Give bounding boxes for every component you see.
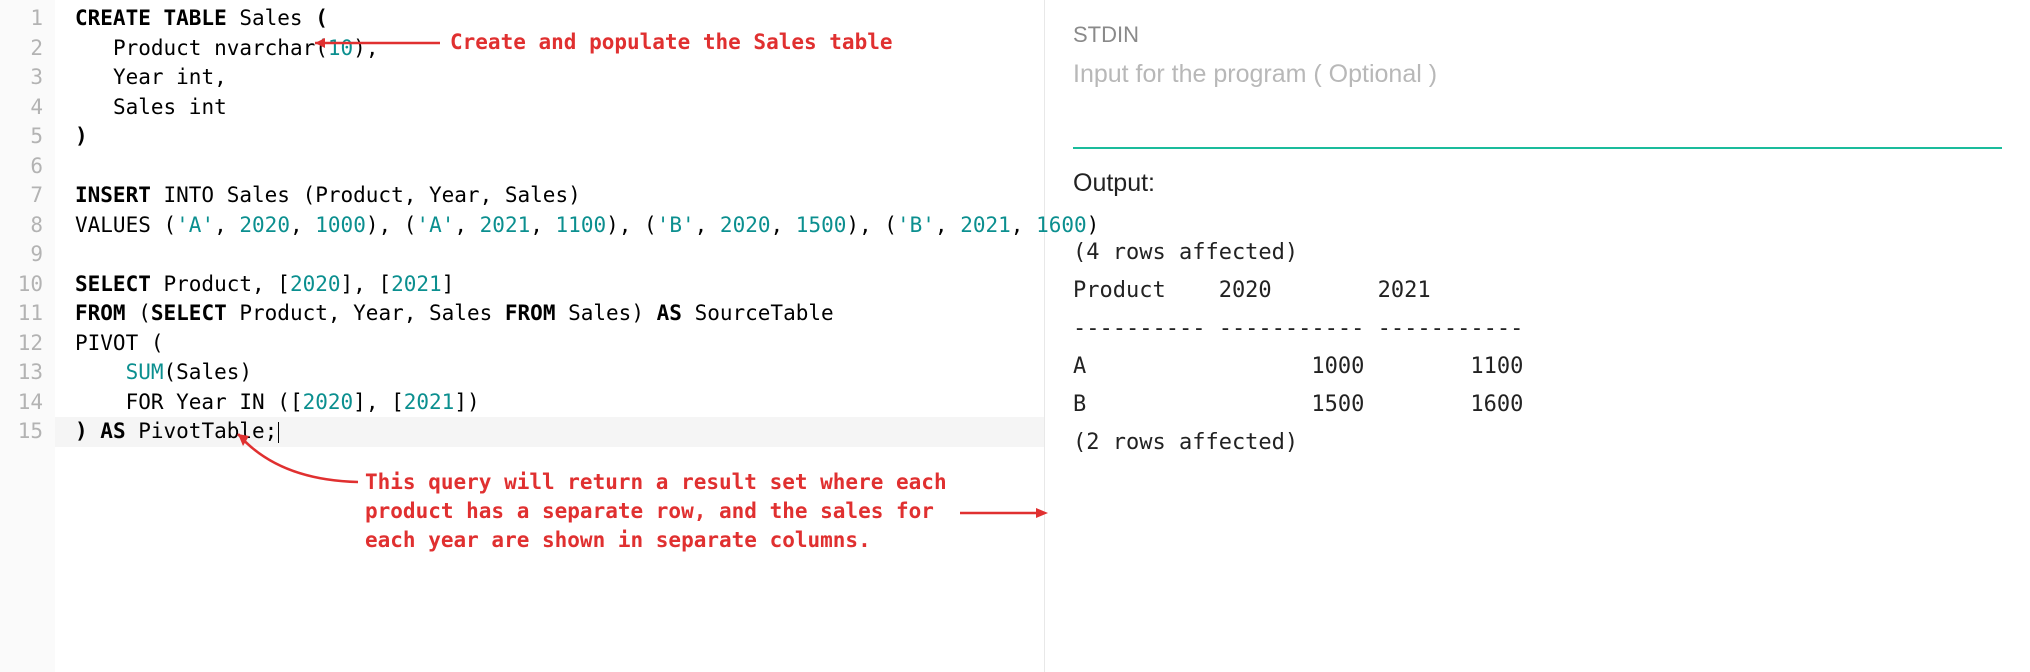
annotation-arrow-1 bbox=[305, 36, 445, 50]
output-text: (4 rows affected)Product 2020 2021 -----… bbox=[1073, 234, 2002, 462]
line-number: 1 bbox=[0, 4, 43, 34]
code-editor-pane[interactable]: 1 2 3 4 5 6 7 8 9 10 11 12 13 14 15 CREA… bbox=[0, 0, 1045, 672]
output-section: Output: (4 rows affected)Product 2020 20… bbox=[1045, 149, 2030, 672]
output-label: Output: bbox=[1073, 169, 2002, 198]
line-number: 10 bbox=[0, 270, 43, 300]
code-line[interactable]: SUM(Sales) bbox=[75, 358, 1044, 388]
code-line[interactable]: PIVOT ( bbox=[75, 329, 1044, 359]
line-number: 15 bbox=[0, 417, 43, 447]
line-number: 12 bbox=[0, 329, 43, 359]
line-number: 5 bbox=[0, 122, 43, 152]
code-line[interactable]: INSERT INTO Sales (Product, Year, Sales) bbox=[75, 181, 1044, 211]
annotation-text-1: Create and populate the Sales table bbox=[450, 28, 893, 57]
line-number: 6 bbox=[0, 152, 43, 182]
line-number: 11 bbox=[0, 299, 43, 329]
line-number: 4 bbox=[0, 93, 43, 123]
app-root: 1 2 3 4 5 6 7 8 9 10 11 12 13 14 15 CREA… bbox=[0, 0, 2030, 672]
line-number: 2 bbox=[0, 34, 43, 64]
code-text-area[interactable]: CREATE TABLE Sales ( Product nvarchar(10… bbox=[55, 0, 1044, 672]
code-line[interactable]: FOR Year IN ([2020], [2021]) bbox=[75, 388, 1044, 418]
code-line[interactable]: FROM (SELECT Product, Year, Sales FROM S… bbox=[75, 299, 1044, 329]
line-number: 7 bbox=[0, 181, 43, 211]
line-number: 9 bbox=[0, 240, 43, 270]
annotation-arrow-3 bbox=[960, 506, 1050, 520]
code-line[interactable]: SELECT Product, [2020], [2021] bbox=[75, 270, 1044, 300]
code-line-current[interactable]: ) AS PivotTable; bbox=[55, 417, 1044, 447]
annotation-text-2: This query will return a result set wher… bbox=[365, 468, 947, 555]
io-pane: STDIN Output: (4 rows affected)Product 2… bbox=[1045, 0, 2030, 672]
line-number-gutter: 1 2 3 4 5 6 7 8 9 10 11 12 13 14 15 bbox=[0, 0, 55, 672]
line-number: 13 bbox=[0, 358, 43, 388]
stdin-section: STDIN bbox=[1045, 0, 2030, 149]
annotation-arrow-2 bbox=[233, 432, 363, 487]
code-line[interactable]: ) bbox=[75, 122, 1044, 152]
code-line[interactable]: VALUES ('A', 2020, 1000), ('A', 2021, 11… bbox=[75, 211, 1044, 241]
stdin-label: STDIN bbox=[1073, 22, 2002, 48]
line-number: 8 bbox=[0, 211, 43, 241]
code-line[interactable]: Year int, bbox=[75, 63, 1044, 93]
code-line[interactable]: Sales int bbox=[75, 93, 1044, 123]
code-line[interactable] bbox=[75, 240, 1044, 270]
stdin-input[interactable] bbox=[1073, 60, 2002, 89]
code-line[interactable] bbox=[75, 152, 1044, 182]
line-number: 3 bbox=[0, 63, 43, 93]
line-number: 14 bbox=[0, 388, 43, 418]
